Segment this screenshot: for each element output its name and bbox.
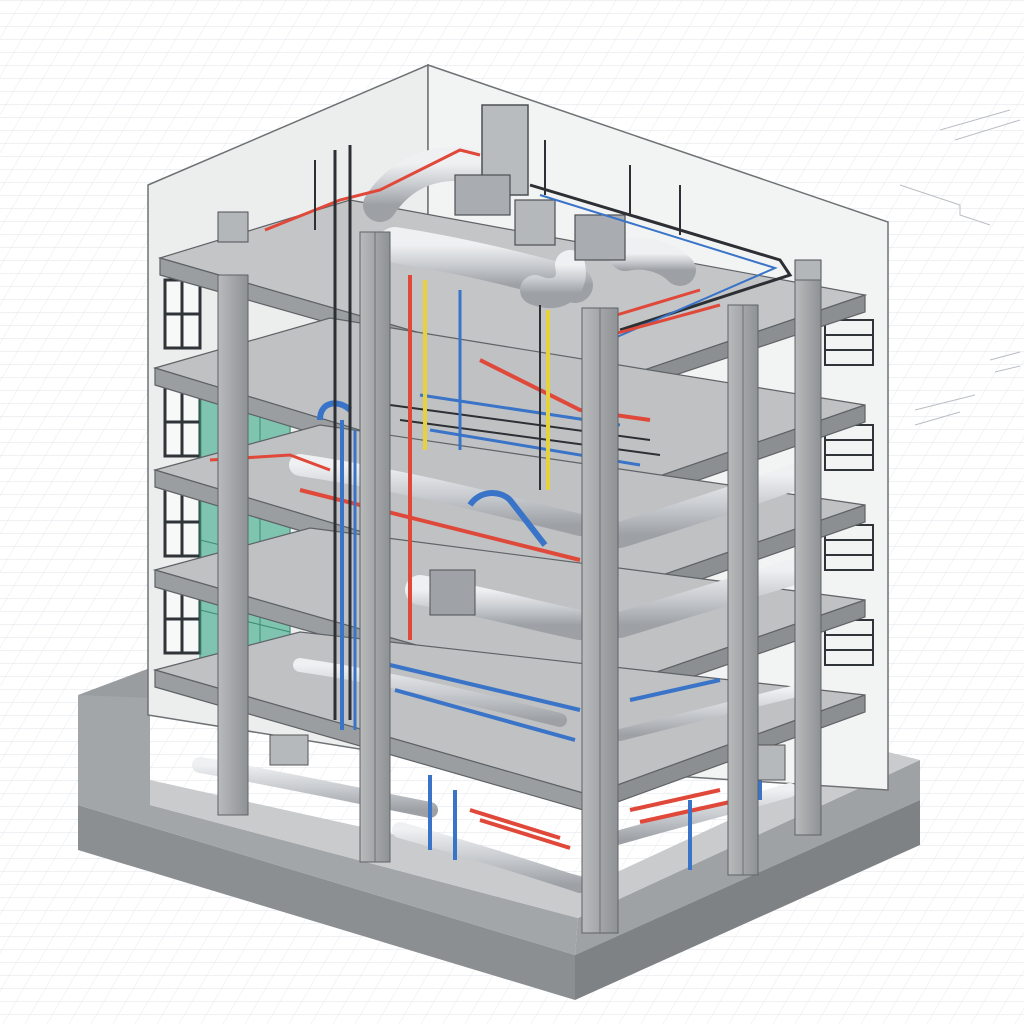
- column-right-back: [794, 279, 822, 836]
- rooftop-unit-c: [514, 199, 556, 246]
- column-left-back: [217, 274, 249, 816]
- boiler-unit: [754, 744, 786, 781]
- rooftop-unit-a: [454, 174, 511, 216]
- air-handler-unit: [429, 569, 476, 616]
- roof-duct-right: [609, 237, 696, 286]
- rooftop-unit-b: [574, 214, 626, 261]
- roof-vent-box-left: [217, 211, 249, 243]
- building-mep-diagram: [0, 0, 1024, 1024]
- pump-unit: [269, 734, 309, 766]
